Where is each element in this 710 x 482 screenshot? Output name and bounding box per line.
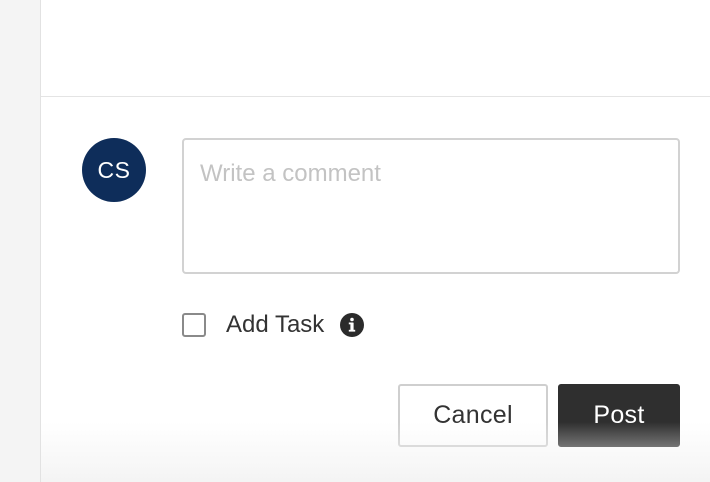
avatar: CS [82,138,146,202]
panel-top-area [41,0,710,97]
cancel-button[interactable]: Cancel [398,384,548,447]
left-rail [0,0,41,482]
info-icon[interactable] [340,313,365,337]
add-task-label[interactable]: Add Task [226,311,324,339]
comment-input[interactable] [182,138,680,274]
comment-panel: CS Add Task Cancel Post [41,0,710,482]
add-task-checkbox[interactable] [182,313,206,337]
add-task-row: Add Task [182,309,365,341]
post-button[interactable]: Post [558,384,680,447]
